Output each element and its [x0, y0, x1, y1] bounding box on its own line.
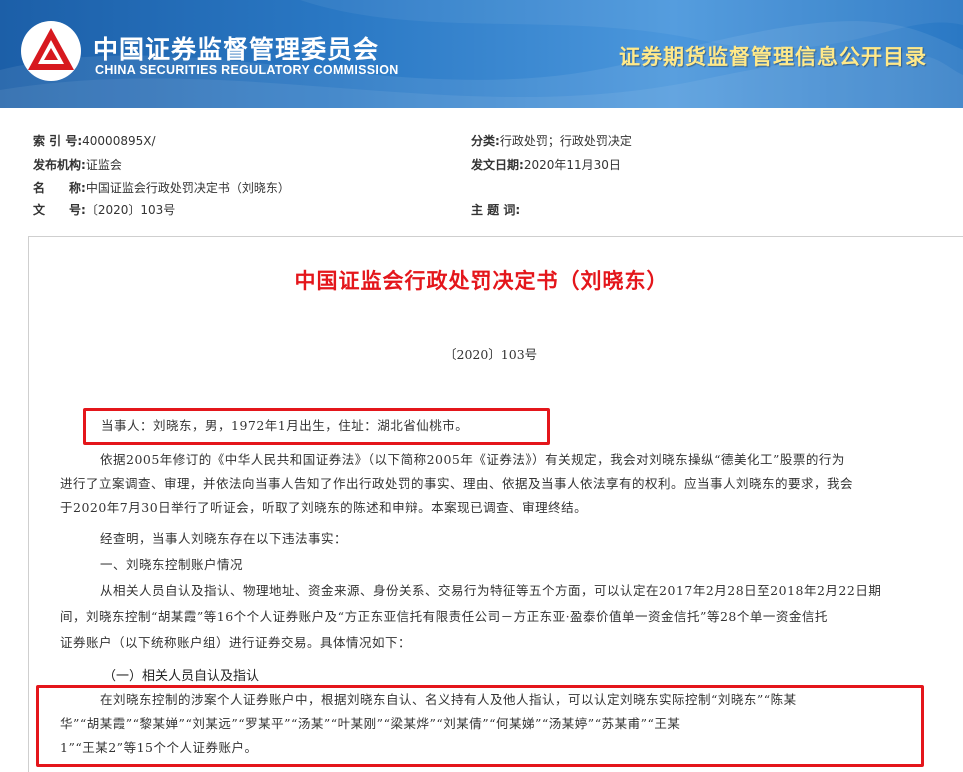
meta-index: 索 引 号:40000895X/: [33, 132, 156, 149]
meta-issuer-label: 发布机构:: [33, 158, 86, 172]
paragraph-3-line: 从相关人员自认及指认、物理地址、资金来源、身份关系、交易行为特征等五个方面，可以…: [100, 583, 882, 598]
meta-name-label-1: 名: [33, 181, 46, 195]
party-line: 当事人：刘晓东，男，1972年1月出生，住址：湖北省仙桃市。: [101, 418, 469, 433]
meta-name-label-2: 称:: [69, 181, 86, 195]
paragraph-4-line: 华”“胡某霞”“黎某婵”“刘某远”“罗某平”“汤某”“叶某刚”“梁某烨”“刘某倩…: [60, 716, 681, 731]
paragraph-1: 依据2005年修订的《中华人民共和国证券法》（以下简称2005年《证券法》）有关…: [60, 448, 920, 520]
document-number: 〔2020〕103号: [444, 347, 538, 362]
header-banner: 中国证券监督管理委员会 CHINA SECURITIES REGULATORY …: [0, 0, 963, 108]
meta-subject-label: 主 题 词:: [471, 203, 521, 217]
sub-heading: （一）相关人员自认及指认: [103, 669, 260, 684]
org-name-en: CHINA SECURITIES REGULATORY COMMISSION: [95, 63, 399, 77]
meta-index-value: 40000895X/: [82, 134, 156, 148]
document-title: 中国证监会行政处罚决定书（刘晓东）: [294, 268, 669, 293]
meta-issuer-value: 证监会: [85, 158, 122, 172]
meta-name-value: 中国证监会行政处罚决定书（刘晓东）: [85, 181, 290, 195]
meta-docno-label-1: 文: [33, 203, 46, 217]
meta-date-value: 2020年11月30日: [523, 158, 621, 172]
meta-category-label: 分类:: [471, 134, 500, 148]
paragraph-2: 经查明，当事人刘晓东存在以下违法事实：: [100, 531, 348, 546]
org-name-cn: 中国证券监督管理委员会: [93, 35, 380, 64]
paragraph-3-line: 证券账户（以下统称账户组）进行证券交易。具体情况如下：: [60, 635, 412, 650]
meta-docno: 文 号:〔2020〕103号: [33, 201, 175, 218]
meta-category: 分类:行政处罚；行政处罚决定: [471, 132, 632, 149]
meta-docno-value: 〔2020〕103号: [85, 203, 176, 217]
section-heading-1: 一、刘晓东控制账户情况: [100, 557, 244, 572]
paragraph-1-line: 依据2005年修订的《中华人民共和国证券法》（以下简称2005年《证券法》）有关…: [100, 452, 845, 467]
meta-date: 发文日期:2020年11月30日: [471, 156, 621, 173]
paragraph-4: 在刘晓东控制的涉案个人证券账户中，根据刘晓东自认、名义持有人及他人指认，可以认定…: [60, 688, 920, 760]
meta-category-value: 行政处罚；行政处罚决定: [499, 134, 632, 148]
csrc-logo-icon[interactable]: [20, 20, 82, 82]
meta-name: 名 称:中国证监会行政处罚决定书（刘晓东）: [33, 179, 290, 196]
paragraph-4-line: 1”“王某2”等15个个人证券账户。: [60, 740, 258, 755]
paragraph-4-line: 在刘晓东控制的涉案个人证券账户中，根据刘晓东自认、名义持有人及他人指认，可以认定…: [100, 692, 797, 707]
paragraph-3: 从相关人员自认及指认、物理地址、资金来源、身份关系、交易行为特征等五个方面，可以…: [60, 579, 920, 657]
meta-date-label: 发文日期:: [471, 158, 524, 172]
meta-issuer: 发布机构:证监会: [33, 156, 122, 173]
meta-index-label: 索 引 号:: [33, 134, 83, 148]
meta-docno-label-2: 号:: [69, 203, 86, 217]
meta-subject: 主 题 词:: [471, 201, 520, 218]
paragraph-1-line: 进行了立案调查、审理，并依法向当事人告知了作出行政处罚的事实、理由、依据及当事人…: [60, 476, 854, 491]
paragraph-1-line: 于2020年7月30日举行了听证会，听取了刘晓东的陈述和申辩。本案现已调查、审理…: [60, 500, 588, 515]
paragraph-3-line: 间，刘晓东控制“胡某霞”等16个个人证券账户及“方正东亚信托有限责任公司－方正东…: [60, 609, 828, 624]
section-title: 证券期货监督管理信息公开目录: [619, 45, 927, 69]
